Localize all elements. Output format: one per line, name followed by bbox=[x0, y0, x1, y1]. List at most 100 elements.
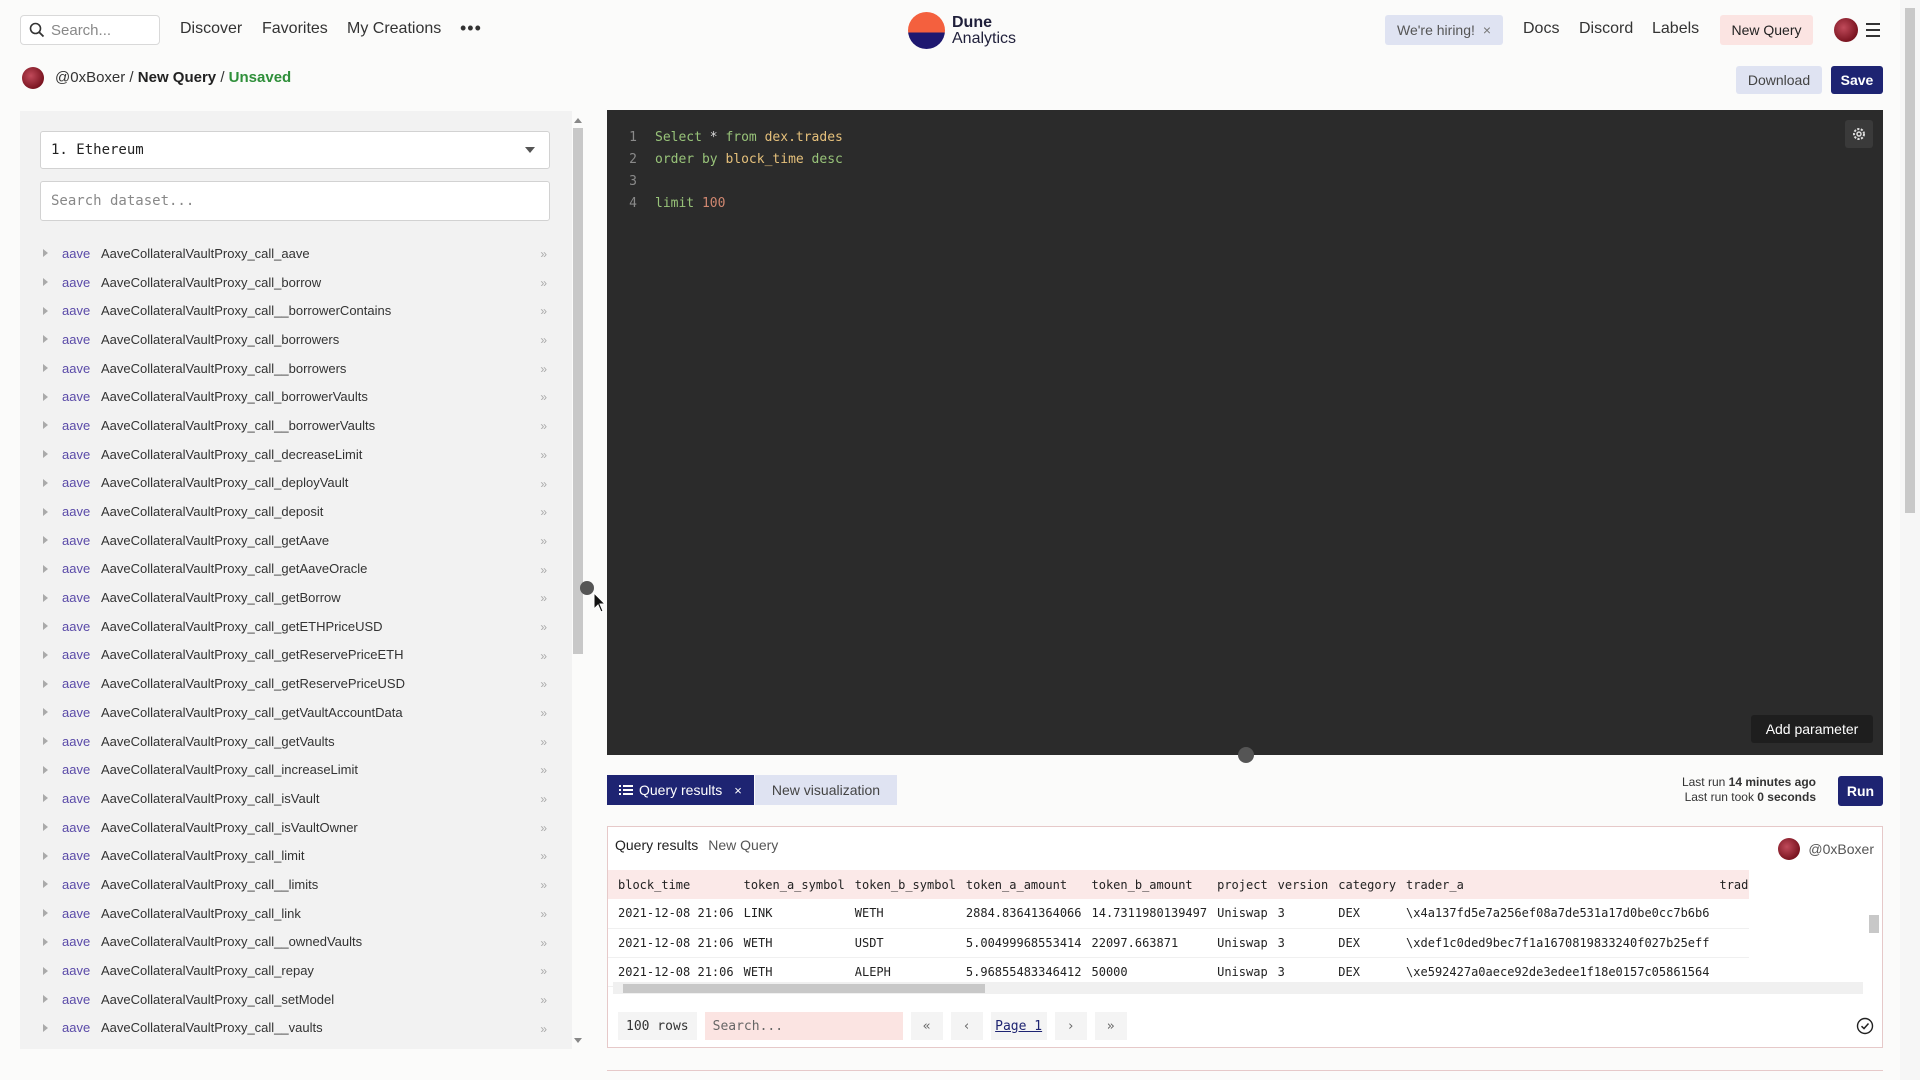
close-icon[interactable]: × bbox=[1483, 22, 1491, 38]
nav-favorites[interactable]: Favorites bbox=[262, 20, 328, 38]
chevron-right-icon[interactable]: » bbox=[540, 993, 547, 1007]
panel-resize-handle[interactable] bbox=[580, 581, 594, 595]
table-vertical-scrollbar[interactable] bbox=[1869, 877, 1879, 977]
list-item[interactable]: aave AaveCollateralVaultProxy_call_getETH… bbox=[40, 612, 550, 641]
chevron-right-icon[interactable]: » bbox=[540, 821, 547, 835]
editor-resize-handle[interactable] bbox=[1238, 747, 1254, 763]
expand-triangle-icon[interactable] bbox=[43, 593, 48, 602]
list-item[interactable]: aave AaveCollateralVaultProxy_call_isVaul… bbox=[40, 813, 550, 842]
add-parameter-button[interactable]: Add parameter bbox=[1751, 715, 1873, 743]
chevron-right-icon[interactable]: » bbox=[540, 677, 547, 691]
chevron-right-icon[interactable]: » bbox=[540, 763, 547, 777]
list-item[interactable]: aave AaveCollateralVaultProxy_call_link » bbox=[40, 899, 550, 928]
list-item[interactable]: aave AaveCollateralVaultProxy_call_getRes… bbox=[40, 641, 550, 670]
chevron-right-icon[interactable]: » bbox=[540, 390, 547, 404]
chevron-right-icon[interactable]: » bbox=[540, 792, 547, 806]
list-item[interactable]: aave AaveCollateralVaultProxy_call_deploy… bbox=[40, 469, 550, 498]
list-item[interactable]: aave AaveCollateralVaultProxy_call__owned… bbox=[40, 928, 550, 957]
nav-my-creations[interactable]: My Creations bbox=[347, 20, 441, 38]
expand-triangle-icon[interactable] bbox=[43, 765, 48, 774]
expand-triangle-icon[interactable] bbox=[43, 966, 48, 975]
nav-labels[interactable]: Labels bbox=[1652, 20, 1699, 38]
scrollbar-thumb[interactable] bbox=[1869, 915, 1879, 933]
tab-new-visualization[interactable]: New visualization bbox=[755, 775, 897, 805]
chevron-right-icon[interactable]: » bbox=[540, 448, 547, 462]
expand-triangle-icon[interactable] bbox=[43, 937, 48, 946]
results-owner[interactable]: @0xBoxer bbox=[1778, 838, 1874, 860]
chevron-right-icon[interactable]: » bbox=[540, 304, 547, 318]
list-item[interactable]: aave AaveCollateralVaultProxy_call_getVau… bbox=[40, 698, 550, 727]
expand-triangle-icon[interactable] bbox=[43, 880, 48, 889]
expand-triangle-icon[interactable] bbox=[43, 278, 48, 287]
expand-triangle-icon[interactable] bbox=[43, 1023, 48, 1032]
more-menu-icon[interactable]: ••• bbox=[460, 18, 482, 39]
next-page-icon[interactable]: › bbox=[1054, 1012, 1087, 1040]
chevron-right-icon[interactable]: » bbox=[540, 591, 547, 605]
expand-triangle-icon[interactable] bbox=[43, 421, 48, 430]
expand-triangle-icon[interactable] bbox=[43, 364, 48, 373]
breadcrumb-user[interactable]: @0xBoxer bbox=[55, 69, 125, 86]
chevron-right-icon[interactable]: » bbox=[540, 735, 547, 749]
chevron-right-icon[interactable]: » bbox=[540, 620, 547, 634]
column-header[interactable]: token_b_symbol bbox=[844, 870, 956, 899]
expand-triangle-icon[interactable] bbox=[43, 564, 48, 573]
list-item[interactable]: aave AaveCollateralVaultProxy_call_getAav… bbox=[40, 526, 550, 555]
chevron-right-icon[interactable]: » bbox=[540, 878, 547, 892]
column-header[interactable]: category bbox=[1328, 870, 1397, 899]
first-page-icon[interactable]: « bbox=[910, 1012, 943, 1040]
column-header[interactable]: token_a_symbol bbox=[733, 870, 845, 899]
expand-triangle-icon[interactable] bbox=[43, 478, 48, 487]
chevron-right-icon[interactable]: » bbox=[540, 1022, 547, 1036]
list-item[interactable]: aave AaveCollateralVaultProxy_call_getBor… bbox=[40, 583, 550, 612]
column-header[interactable]: version bbox=[1267, 870, 1329, 899]
chevron-right-icon[interactable]: » bbox=[540, 936, 547, 950]
list-item[interactable]: aave AaveCollateralVaultProxy_call_borrow… bbox=[40, 325, 550, 354]
chevron-right-icon[interactable]: » bbox=[540, 362, 547, 376]
chevron-right-icon[interactable]: » bbox=[540, 849, 547, 863]
scrollbar-thumb[interactable] bbox=[573, 128, 583, 654]
close-icon[interactable]: × bbox=[734, 783, 742, 798]
download-button[interactable]: Download bbox=[1736, 66, 1822, 94]
nav-discover[interactable]: Discover bbox=[180, 20, 242, 38]
global-search-input[interactable]: Search... bbox=[20, 15, 160, 45]
dune-logo-icon[interactable] bbox=[908, 12, 945, 49]
scrollbar-thumb[interactable] bbox=[1905, 8, 1915, 513]
code-line-1[interactable]: 1 Select * from dex.trades bbox=[607, 130, 843, 152]
list-item[interactable]: aave AaveCollateralVaultProxy_call_limit » bbox=[40, 841, 550, 870]
chevron-right-icon[interactable]: » bbox=[540, 649, 547, 663]
list-item[interactable]: aave AaveCollateralVaultProxy_call__vault… bbox=[40, 1014, 550, 1043]
column-header[interactable]: project bbox=[1207, 870, 1268, 899]
list-item[interactable]: aave AaveCollateralVaultProxy_call_getAav… bbox=[40, 555, 550, 584]
new-query-button[interactable]: New Query bbox=[1720, 15, 1813, 45]
code-line-3[interactable]: 3 bbox=[607, 174, 637, 196]
table-row[interactable]: 2021-12-08 21:06 LINK WETH 2884.83641364066… bbox=[608, 899, 1750, 929]
dataset-scrollbar[interactable] bbox=[573, 118, 583, 1043]
run-button[interactable]: Run bbox=[1838, 776, 1883, 806]
dataset-select[interactable]: 1. Ethereum bbox=[40, 131, 550, 169]
scroll-down-icon[interactable] bbox=[574, 1038, 582, 1043]
list-item[interactable]: aave AaveCollateralVaultProxy_call_aave » bbox=[40, 239, 550, 268]
code-line-4[interactable]: 4 limit 100 bbox=[607, 196, 725, 218]
expand-triangle-icon[interactable] bbox=[43, 995, 48, 1004]
chevron-right-icon[interactable]: » bbox=[540, 563, 547, 577]
editor-settings-button[interactable] bbox=[1845, 120, 1873, 148]
chevron-right-icon[interactable]: » bbox=[540, 706, 547, 720]
expand-triangle-icon[interactable] bbox=[43, 794, 48, 803]
list-item[interactable]: aave AaveCollateralVaultProxy_call_borrow… bbox=[40, 268, 550, 297]
user-avatar[interactable] bbox=[1834, 18, 1858, 42]
nav-discord[interactable]: Discord bbox=[1579, 20, 1633, 38]
chevron-right-icon[interactable]: » bbox=[540, 907, 547, 921]
scroll-up-icon[interactable] bbox=[574, 118, 582, 123]
previous-page-icon[interactable]: ‹ bbox=[950, 1012, 983, 1040]
expand-triangle-icon[interactable] bbox=[43, 851, 48, 860]
logo-text[interactable]: Dune Analytics bbox=[952, 15, 1016, 47]
list-item[interactable]: aave AaveCollateralVaultProxy_call__borro… bbox=[40, 354, 550, 383]
list-item[interactable]: aave AaveCollateralVaultProxy_call_deposi… bbox=[40, 497, 550, 526]
chevron-right-icon[interactable]: » bbox=[540, 534, 547, 548]
list-item[interactable]: aave AaveCollateralVaultProxy_call_borrow… bbox=[40, 382, 550, 411]
sql-editor[interactable]: 1 Select * from dex.trades 2 order by bl… bbox=[607, 110, 1883, 755]
hamburger-menu-icon[interactable] bbox=[1866, 23, 1880, 41]
code-line-2[interactable]: 2 order by block_time desc bbox=[607, 152, 843, 174]
hiring-banner[interactable]: We're hiring! × bbox=[1385, 15, 1503, 45]
results-search-input[interactable]: Search... bbox=[704, 1012, 903, 1040]
